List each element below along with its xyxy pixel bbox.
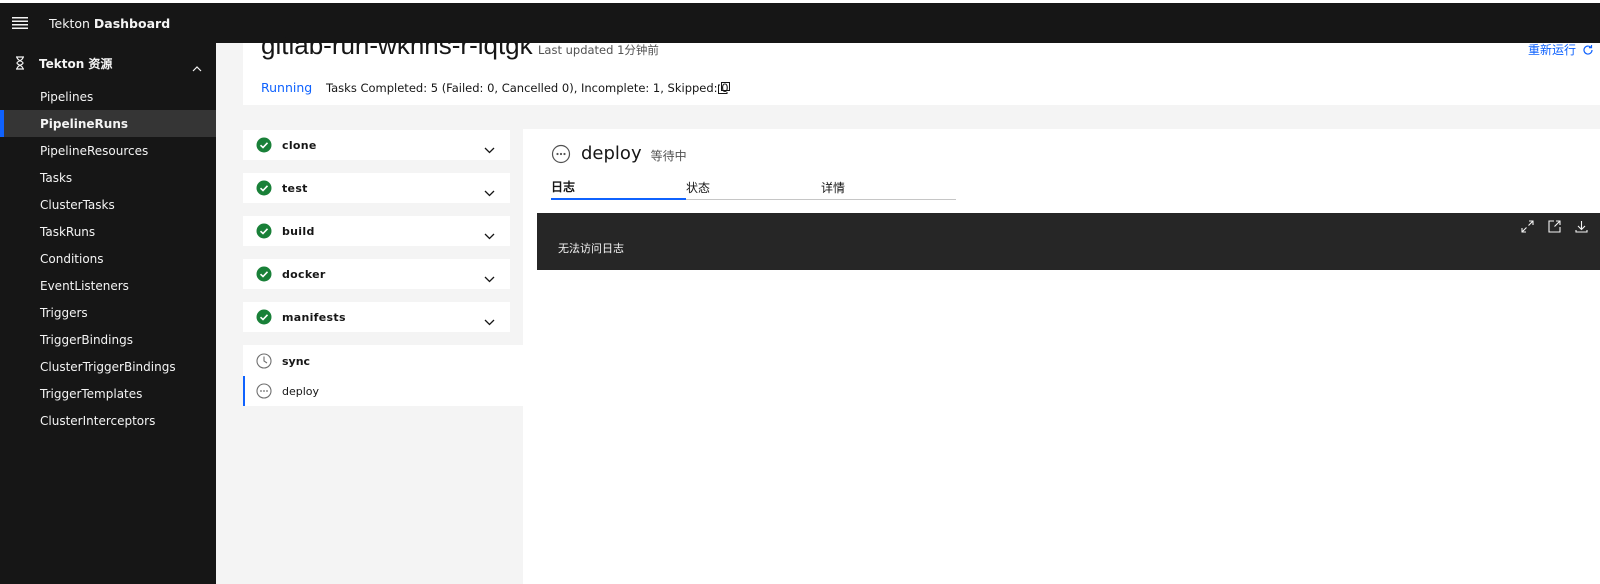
refresh-icon [1582, 44, 1594, 56]
chevron-down-icon [484, 311, 495, 330]
sidebar-item-pipelineresources[interactable]: PipelineResources [0, 137, 216, 164]
task-clone[interactable]: clone [243, 130, 510, 160]
top-header: Tekton Dashboard [0, 3, 1600, 43]
step-tabs: 日志 状态 详情 [551, 175, 956, 200]
last-updated: Last updated 1分钟前 [538, 43, 659, 57]
app-title[interactable]: Tekton Dashboard [49, 16, 170, 31]
clock-icon [256, 353, 272, 369]
sidebar-group-label: Tekton 资源 [39, 56, 113, 71]
tab-details[interactable]: 详情 [821, 175, 956, 200]
sidebar-item-triggertemplates[interactable]: TriggerTemplates [0, 380, 216, 407]
chevron-down-icon [484, 225, 495, 244]
chevron-down-icon [484, 182, 495, 201]
step-detail-title: deploy [581, 143, 642, 164]
step-detail-panel: deploy 等待中 日志 状态 详情 无法访问日志 [523, 129, 1600, 584]
success-check-icon [256, 137, 272, 153]
hourglass-icon [13, 56, 27, 70]
sidebar-group-tekton-resources[interactable]: Tekton 资源 [0, 43, 216, 83]
sidebar-item-clusterinterceptors[interactable]: ClusterInterceptors [0, 407, 216, 434]
tab-status[interactable]: 状态 [686, 175, 821, 200]
run-header: gitlab-run-wkhhs-r-lqtgk Last updated 1分… [243, 30, 1600, 105]
task-sync[interactable]: sync [243, 346, 523, 376]
task-sync-expanded: sync deploy [243, 345, 523, 406]
sidebar-item-pipelines[interactable]: Pipelines [0, 83, 216, 110]
rerun-button[interactable]: 重新运行 [1528, 41, 1594, 58]
log-toolbar [1521, 220, 1588, 233]
task-build[interactable]: build [243, 216, 510, 246]
sidebar-item-clustertasks[interactable]: ClusterTasks [0, 191, 216, 218]
task-label: sync [282, 354, 311, 368]
chevron-down-icon [484, 139, 495, 158]
success-check-icon [256, 309, 272, 325]
task-manifests[interactable]: manifests [243, 302, 510, 332]
page-title: gitlab-run-wkhhs-r-lqtgk [261, 30, 533, 60]
chevron-down-icon [484, 268, 495, 287]
task-label: clone [282, 138, 317, 152]
app-title-name: Dashboard [93, 15, 171, 31]
sidebar-item-clustertriggerbindings[interactable]: ClusterTriggerBindings [0, 353, 216, 380]
sidebar-item-tasks[interactable]: Tasks [0, 164, 216, 191]
tab-label: 日志 [551, 180, 576, 194]
main-content: gitlab-run-wkhhs-r-lqtgk Last updated 1分… [216, 30, 1600, 584]
log-message: 无法访问日志 [558, 242, 624, 255]
pending-dots-icon [256, 383, 272, 399]
step-detail-status: 等待中 [650, 148, 687, 163]
task-test[interactable]: test [243, 173, 510, 203]
hamburger-menu-icon[interactable] [0, 3, 40, 43]
sidebar-item-triggerbindings[interactable]: TriggerBindings [0, 326, 216, 353]
rerun-label: 重新运行 [1527, 43, 1576, 57]
run-status-detail: Tasks Completed: 5 (Failed: 0, Cancelled… [326, 81, 729, 95]
step-label: deploy [282, 384, 320, 398]
step-deploy[interactable]: deploy [243, 376, 523, 406]
sidebar-item-triggers[interactable]: Triggers [0, 299, 216, 326]
run-status: Running [261, 80, 313, 95]
task-docker[interactable]: docker [243, 259, 510, 289]
task-label: build [282, 224, 315, 238]
success-check-icon [256, 223, 272, 239]
log-viewer: 无法访问日志 [537, 213, 1600, 270]
tab-logs[interactable]: 日志 [551, 175, 686, 200]
step-detail-header: deploy 等待中 [551, 143, 687, 164]
task-label: manifests [282, 310, 346, 324]
tab-label: 详情 [821, 180, 846, 195]
sidebar-item-conditions[interactable]: Conditions [0, 245, 216, 272]
sidebar-item-pipelineruns[interactable]: PipelineRuns [0, 110, 216, 137]
tab-label: 状态 [686, 180, 711, 195]
sidebar-item-taskruns[interactable]: TaskRuns [0, 218, 216, 245]
download-icon[interactable] [1575, 220, 1588, 233]
task-label: docker [282, 267, 326, 281]
success-check-icon [256, 180, 272, 196]
maximize-icon[interactable] [1521, 220, 1534, 233]
app-title-prefix: Tekton [49, 15, 90, 31]
pending-dots-icon [551, 144, 571, 164]
success-check-icon [256, 266, 272, 282]
sidebar: Tekton 资源 Pipelines PipelineRuns Pipelin… [0, 43, 216, 584]
sidebar-item-eventlisteners[interactable]: EventListeners [0, 272, 216, 299]
task-label: test [282, 181, 308, 195]
copy-icon[interactable] [718, 79, 730, 98]
launch-icon[interactable] [1548, 220, 1561, 233]
chevron-up-icon [192, 57, 202, 76]
